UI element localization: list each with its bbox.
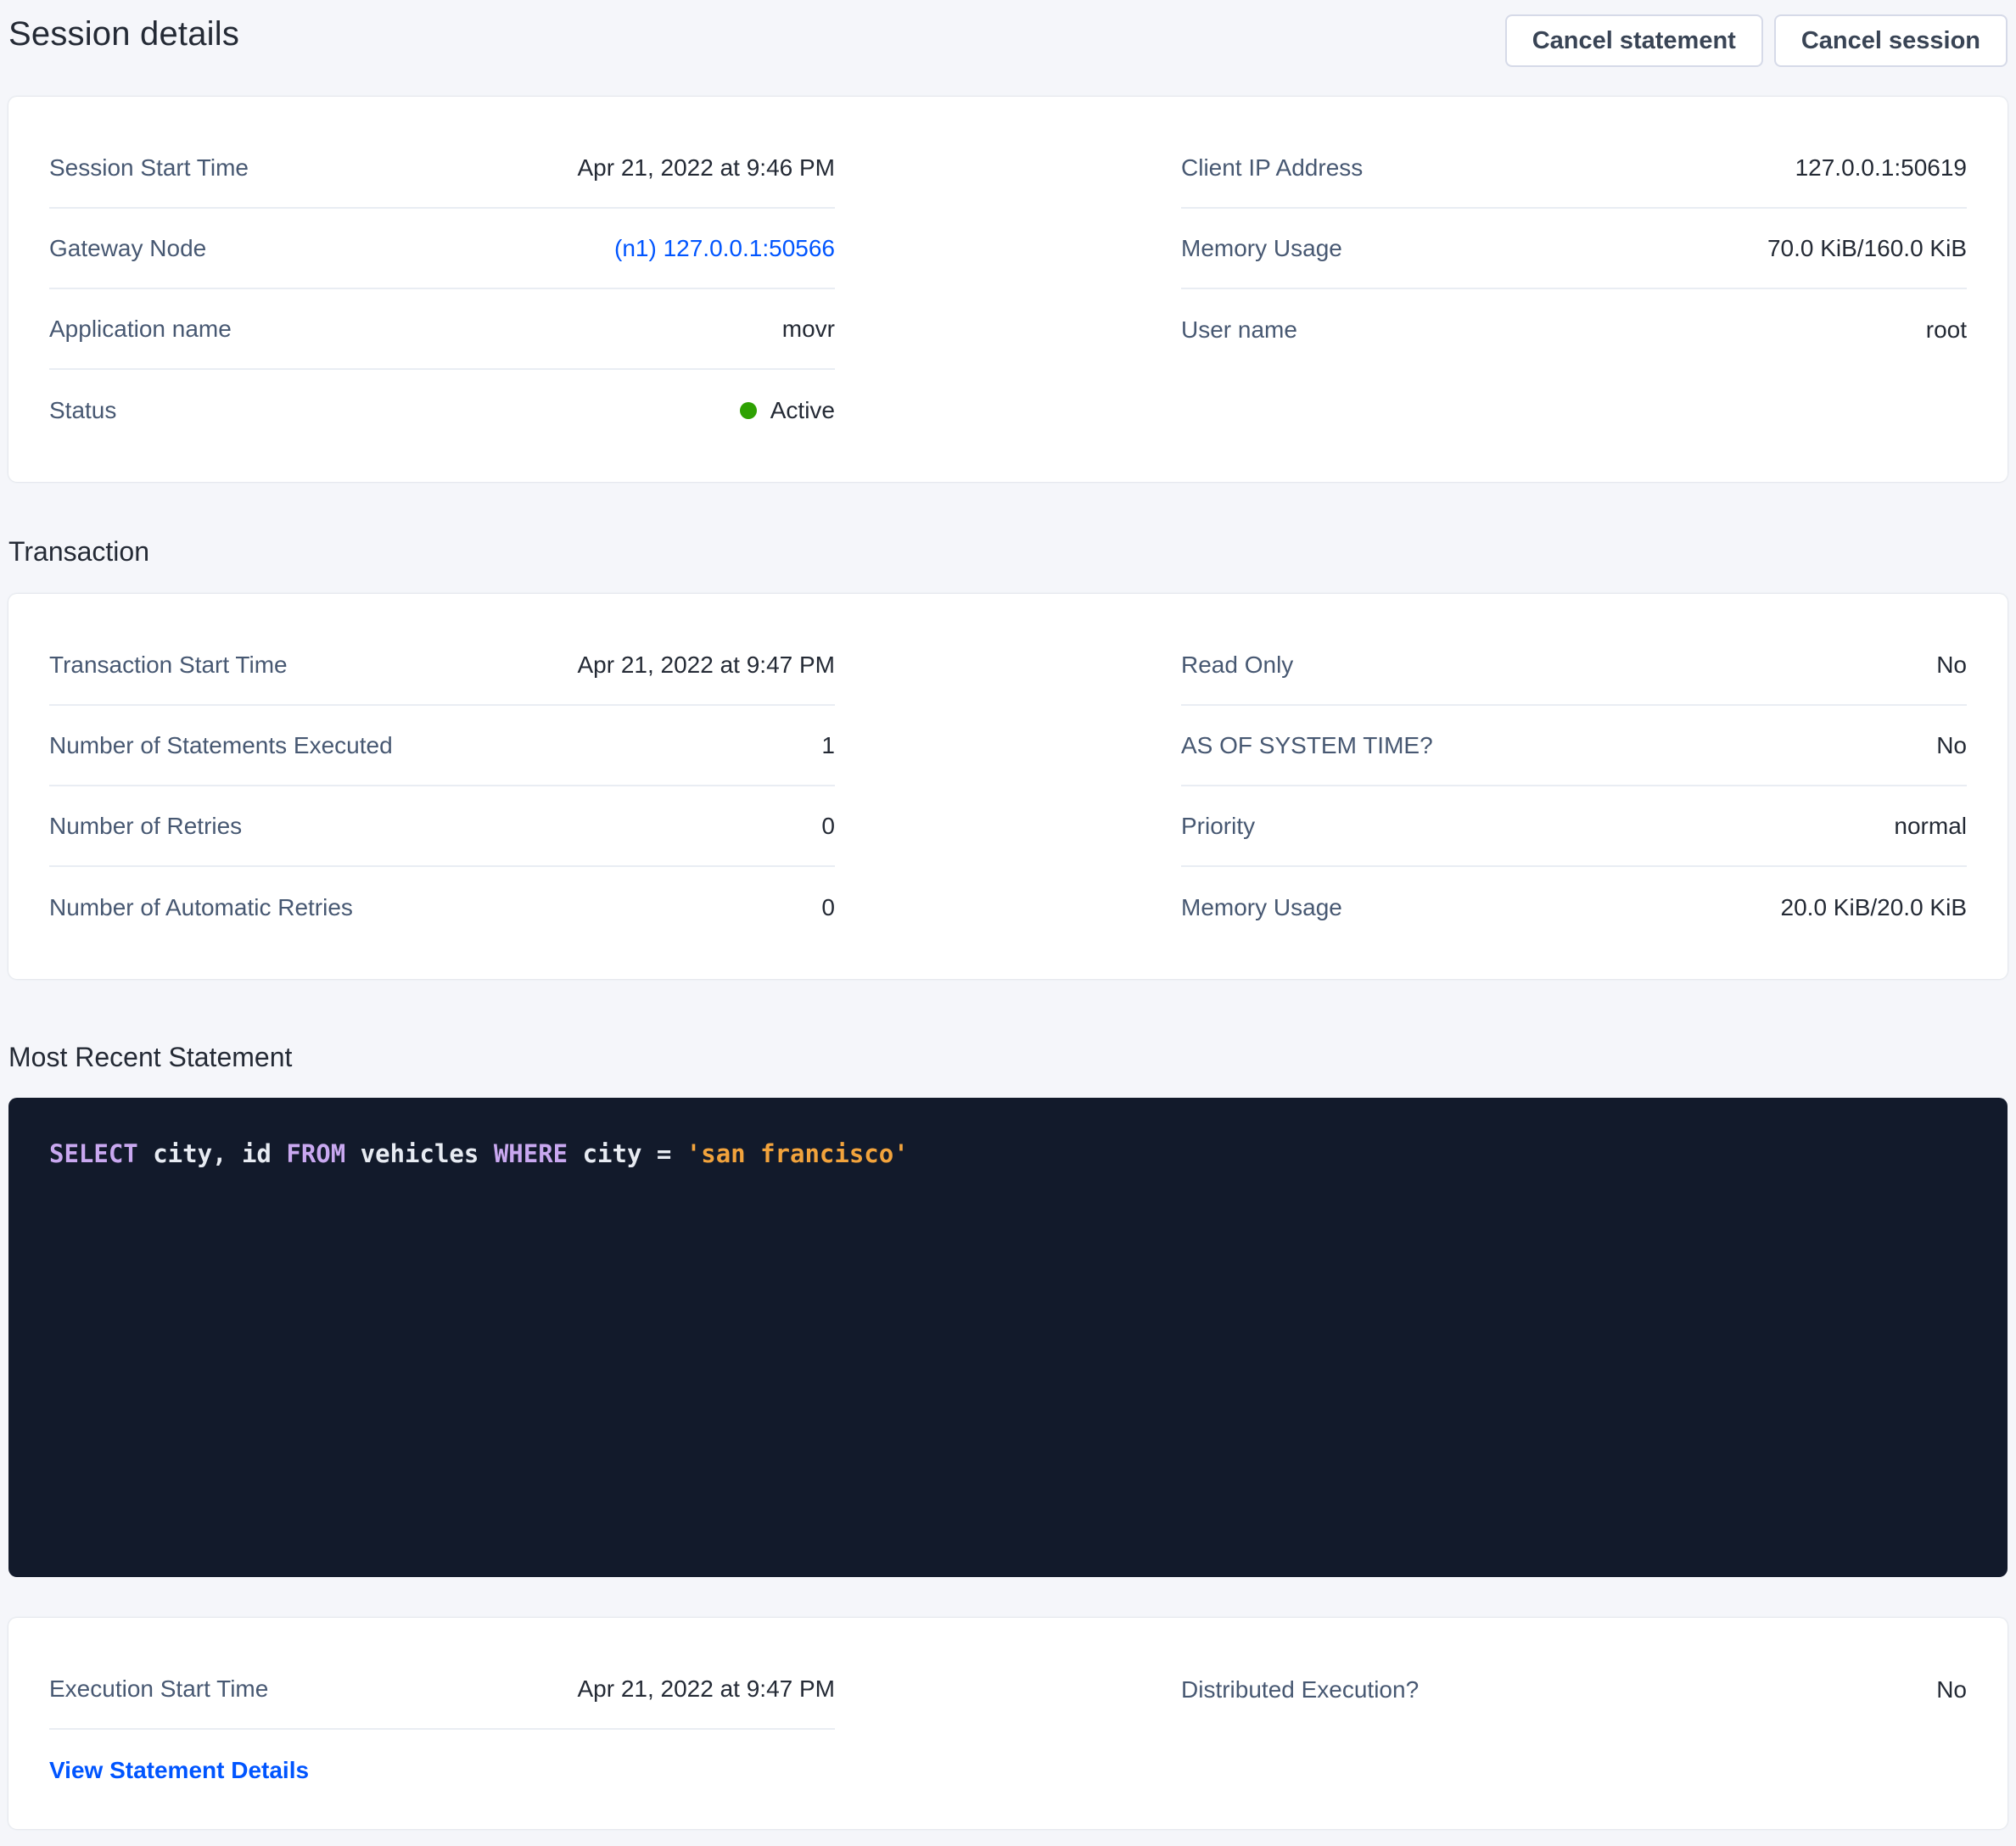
gateway-node-link[interactable]: (n1) 127.0.0.1:50566 [614,235,835,262]
transaction-memory-usage-value: 20.0 KiB/20.0 KiB [1781,894,1967,921]
session-start-time-value: Apr 21, 2022 at 9:46 PM [577,154,835,182]
table-row: Status Active [49,370,835,450]
priority-value: normal [1894,813,1967,840]
sql-statement-code: SELECT city, id FROM vehicles WHERE city… [49,1137,1967,1171]
table-row: Number of Automatic Retries 0 [49,867,835,948]
as-of-system-time-label: AS OF SYSTEM TIME? [1181,732,1433,759]
status-value: Active [770,397,835,424]
transaction-card-left-column: Transaction Start Time Apr 21, 2022 at 9… [49,625,835,948]
table-row: Gateway Node (n1) 127.0.0.1:50566 [49,209,835,289]
sql-token-plain: city = [583,1139,686,1168]
status-badge: Active [740,397,835,424]
cancel-session-button[interactable]: Cancel session [1774,14,2008,67]
gateway-node-label: Gateway Node [49,235,206,262]
read-only-value: No [1936,652,1967,679]
execution-card-left-column: Execution Start Time Apr 21, 2022 at 9:4… [49,1649,835,1786]
sql-token-string: 'san francisco' [686,1139,909,1168]
application-name-value: movr [782,316,835,343]
table-row: Distributed Execution? No [1181,1649,1967,1730]
header-buttons: Cancel statement Cancel session [1505,12,2008,67]
transaction-memory-usage-label: Memory Usage [1181,894,1342,921]
as-of-system-time-value: No [1936,732,1967,759]
transaction-start-time-label: Transaction Start Time [49,652,288,679]
sql-token-plain: city, id [153,1139,286,1168]
session-start-time-label: Session Start Time [49,154,249,182]
automatic-retries-value: 0 [821,894,835,921]
client-ip-label: Client IP Address [1181,154,1363,182]
distributed-execution-value: No [1936,1676,1967,1703]
user-name-label: User name [1181,316,1297,344]
number-of-retries-label: Number of Retries [49,813,242,840]
application-name-label: Application name [49,316,232,343]
table-row: Memory Usage 70.0 KiB/160.0 KiB [1181,209,1967,289]
session-summary-card: Session Start Time Apr 21, 2022 at 9:46 … [8,97,2008,482]
statements-executed-value: 1 [821,732,835,759]
transaction-summary-card: Transaction Start Time Apr 21, 2022 at 9… [8,594,2008,979]
table-row: Number of Statements Executed 1 [49,706,835,786]
table-row: Read Only No [1181,625,1967,706]
table-row: Application name movr [49,289,835,370]
session-details-page: Session details Cancel statement Cancel … [0,0,2016,1829]
most-recent-statement-heading: Most Recent Statement [8,1040,2008,1074]
statements-executed-label: Number of Statements Executed [49,732,393,759]
sql-token-keyword: WHERE [494,1139,583,1168]
table-row: Session Start Time Apr 21, 2022 at 9:46 … [49,128,835,209]
user-name-value: root [1926,316,1967,344]
status-active-dot-icon [740,402,757,419]
table-row: Client IP Address 127.0.0.1:50619 [1181,128,1967,209]
table-row: Priority normal [1181,786,1967,867]
sql-statement-box: SELECT city, id FROM vehicles WHERE city… [8,1098,2008,1577]
number-of-retries-value: 0 [821,813,835,840]
sql-token-keyword: FROM [286,1139,360,1168]
execution-summary-card: Execution Start Time Apr 21, 2022 at 9:4… [8,1618,2008,1829]
transaction-section-heading: Transaction [8,534,2008,568]
status-label: Status [49,397,116,424]
execution-start-time-label: Execution Start Time [49,1675,268,1703]
priority-label: Priority [1181,813,1255,840]
execution-card-right-column: Distributed Execution? No [1181,1649,1967,1730]
transaction-card-right-column: Read Only No AS OF SYSTEM TIME? No Prior… [1181,625,1967,948]
client-ip-value: 127.0.0.1:50619 [1795,154,1967,182]
table-row: Memory Usage 20.0 KiB/20.0 KiB [1181,867,1967,948]
transaction-start-time-value: Apr 21, 2022 at 9:47 PM [577,652,835,679]
distributed-execution-label: Distributed Execution? [1181,1676,1419,1703]
read-only-label: Read Only [1181,652,1293,679]
cancel-statement-button[interactable]: Cancel statement [1505,14,1763,67]
page-title: Session details [8,12,239,56]
session-memory-usage-label: Memory Usage [1181,235,1342,262]
table-row: Execution Start Time Apr 21, 2022 at 9:4… [49,1649,835,1730]
table-row: User name root [1181,289,1967,370]
view-statement-details-link[interactable]: View Statement Details [49,1755,309,1786]
table-row: Transaction Start Time Apr 21, 2022 at 9… [49,625,835,706]
page-header: Session details Cancel statement Cancel … [8,12,2008,66]
sql-token-plain: vehicles [361,1139,494,1168]
sql-token-keyword: SELECT [49,1139,153,1168]
automatic-retries-label: Number of Automatic Retries [49,894,353,921]
session-memory-usage-value: 70.0 KiB/160.0 KiB [1767,235,1967,262]
session-card-left-column: Session Start Time Apr 21, 2022 at 9:46 … [49,128,835,450]
table-row: AS OF SYSTEM TIME? No [1181,706,1967,786]
table-row: Number of Retries 0 [49,786,835,867]
execution-start-time-value: Apr 21, 2022 at 9:47 PM [577,1675,835,1703]
session-card-right-column: Client IP Address 127.0.0.1:50619 Memory… [1181,128,1967,370]
